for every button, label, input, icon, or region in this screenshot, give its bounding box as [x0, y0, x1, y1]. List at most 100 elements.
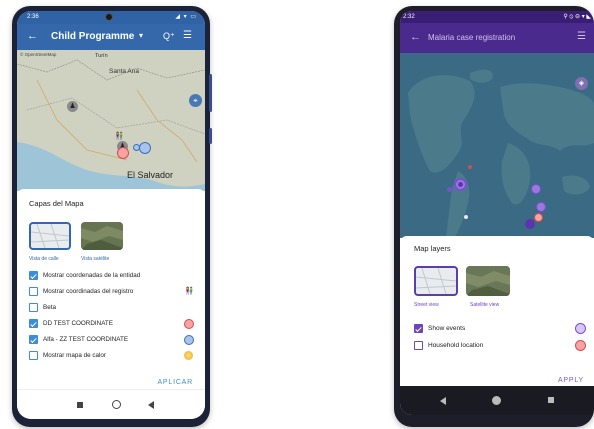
program-title: Malaria case registration — [428, 33, 516, 42]
back-icon[interactable] — [148, 401, 154, 409]
checkbox[interactable] — [29, 351, 38, 360]
option-label: Household location — [428, 342, 484, 349]
satellite-preview — [81, 222, 123, 250]
event-marker-icon[interactable] — [447, 187, 452, 192]
map-layers-sheet: Capas del Mapa Vista de calle Vista saté… — [17, 189, 205, 389]
event-marker-icon[interactable] — [536, 202, 546, 212]
coordinate-marker-blue[interactable] — [139, 142, 151, 154]
satellite-view-label: Vista satélite — [81, 256, 110, 262]
option-entity-coordinates[interactable]: Mostrar coordenadas de la entidad — [29, 271, 194, 281]
child-programme-phone: 2:36 ◢ ▾ ▭ ← Child Programme ▾ Q⁺ ☰ © Op… — [12, 6, 212, 427]
option-label: Show events — [428, 325, 466, 332]
street-view-label: Vista de calle — [29, 256, 59, 262]
option-dd-test-coordinate[interactable]: DD TEST COORDINATE — [29, 319, 194, 329]
checkbox[interactable] — [29, 335, 38, 344]
people-marker-icon[interactable]: 👫 — [115, 132, 124, 140]
people-icon: 👫 — [185, 288, 194, 295]
location-marker-icon[interactable] — [464, 215, 468, 219]
purple-marker-icon — [575, 323, 586, 334]
option-household-location[interactable]: Household location — [414, 340, 586, 351]
satellite-view-thumbnail[interactable] — [81, 222, 123, 250]
app-bar: ← Malaria case registration ☰ — [400, 23, 594, 53]
filter-icon[interactable]: ☰ — [183, 30, 192, 41]
option-label: Beta — [43, 304, 56, 311]
apply-button[interactable]: APLICAR — [157, 379, 193, 386]
back-arrow-icon[interactable]: ← — [27, 30, 38, 42]
malaria-phone: 2:32 ⚲ ⦸ ⊖ ▾ ◣ ← Malaria case registrati… — [394, 6, 594, 427]
status-time: 2:32 — [403, 14, 415, 20]
red-marker-icon — [575, 340, 586, 351]
apply-button[interactable]: APPLY — [558, 377, 584, 384]
option-record-coordinates[interactable]: Mostrar coordinadas del registro 👫 — [29, 287, 194, 297]
place-label-el-salvador: El Salvador — [127, 170, 174, 180]
option-beta[interactable]: Beta — [29, 303, 194, 313]
street-map-preview — [416, 268, 456, 294]
android-nav-bar — [400, 386, 594, 415]
coordinate-marker-red[interactable] — [117, 147, 129, 159]
volume-button — [209, 74, 212, 112]
place-label-santa-ana: Santa Ana — [109, 68, 139, 75]
front-camera — [105, 13, 113, 21]
street-view-label: Street view — [414, 302, 439, 308]
map-view[interactable]: © OpenStreetMap Turín Santa Ana El Salva… — [17, 50, 205, 191]
recents-icon[interactable] — [77, 402, 83, 408]
red-marker-icon — [184, 319, 194, 329]
status-icons: ⚲ ⦸ ⊖ ▾ ◣ — [563, 14, 591, 20]
qr-search-icon[interactable]: Q⁺ — [163, 31, 175, 42]
status-bar: 2:36 ◢ ▾ ▭ — [17, 11, 205, 24]
sheet-title: Map layers — [414, 244, 451, 253]
phone-screen: 2:36 ◢ ▾ ▭ ← Child Programme ▾ Q⁺ ☰ © Op… — [17, 11, 205, 419]
back-arrow-icon[interactable]: ← — [410, 31, 421, 43]
checkbox[interactable] — [414, 341, 423, 350]
checkbox[interactable] — [29, 287, 38, 296]
option-label: Alfa - ZZ TEST COORDINATE — [43, 336, 129, 343]
blue-marker-icon — [184, 335, 194, 345]
checkbox[interactable] — [414, 324, 423, 333]
map-layers-sheet: Map layers Street view Satellite view Sh… — [400, 236, 594, 386]
option-label: Mostrar coordenadas de la entidad — [43, 272, 141, 279]
satellite-preview — [466, 266, 510, 296]
street-map-preview — [31, 224, 69, 248]
street-view-thumbnail[interactable] — [29, 222, 71, 250]
event-marker-icon[interactable] — [531, 184, 541, 194]
place-label-turin: Turín — [95, 53, 108, 59]
filter-icon[interactable]: ☰ — [577, 31, 586, 42]
event-marker-icon[interactable] — [458, 182, 463, 187]
layers-icon[interactable]: ◈ — [575, 77, 588, 90]
coordinate-marker-blue[interactable] — [133, 144, 140, 151]
sheet-title: Capas del Mapa — [29, 199, 84, 208]
status-bar: 2:32 ⚲ ⦸ ⊖ ▾ ◣ — [400, 11, 594, 23]
back-icon[interactable] — [440, 397, 446, 405]
street-view-thumbnail[interactable] — [414, 266, 458, 296]
home-icon[interactable] — [112, 400, 121, 409]
event-marker-icon[interactable] — [525, 219, 535, 229]
world-map — [400, 53, 594, 238]
map-view[interactable]: ◈ — [400, 53, 594, 238]
phone-screen: 2:32 ⚲ ⦸ ⊖ ▾ ◣ ← Malaria case registrati… — [400, 11, 594, 415]
satellite-view-thumbnail[interactable] — [466, 266, 510, 296]
option-heatmap[interactable]: Mostrar mapa de calor — [29, 351, 194, 361]
compass-icon[interactable]: ⌖ — [189, 94, 202, 107]
checkbox[interactable] — [29, 303, 38, 312]
household-marker-icon[interactable] — [468, 165, 472, 169]
status-time: 2:36 — [27, 14, 39, 20]
person-marker-icon[interactable]: ♟ — [67, 101, 78, 112]
program-title[interactable]: Child Programme — [51, 31, 134, 42]
status-icons: ◢ ▾ ▭ — [175, 14, 197, 20]
checkbox[interactable] — [29, 319, 38, 328]
satellite-view-label: Satellite view — [470, 302, 500, 308]
android-nav-bar — [17, 389, 205, 419]
option-alfa-zz-test-coordinate[interactable]: Alfa - ZZ TEST COORDINATE — [29, 335, 194, 345]
chevron-down-icon[interactable]: ▾ — [139, 31, 143, 40]
option-show-events[interactable]: Show events — [414, 323, 586, 334]
option-label: Mostrar mapa de calor — [43, 352, 106, 359]
option-label: DD TEST COORDINATE — [43, 320, 113, 327]
checkbox[interactable] — [29, 271, 38, 280]
recents-icon[interactable] — [548, 397, 554, 403]
map-attribution: © OpenStreetMap — [20, 52, 57, 57]
home-icon[interactable] — [492, 396, 501, 405]
household-marker-icon[interactable] — [534, 213, 543, 222]
power-button — [209, 128, 212, 144]
heatmap-icon — [184, 351, 193, 360]
app-bar: ← Child Programme ▾ Q⁺ ☰ — [17, 24, 205, 50]
